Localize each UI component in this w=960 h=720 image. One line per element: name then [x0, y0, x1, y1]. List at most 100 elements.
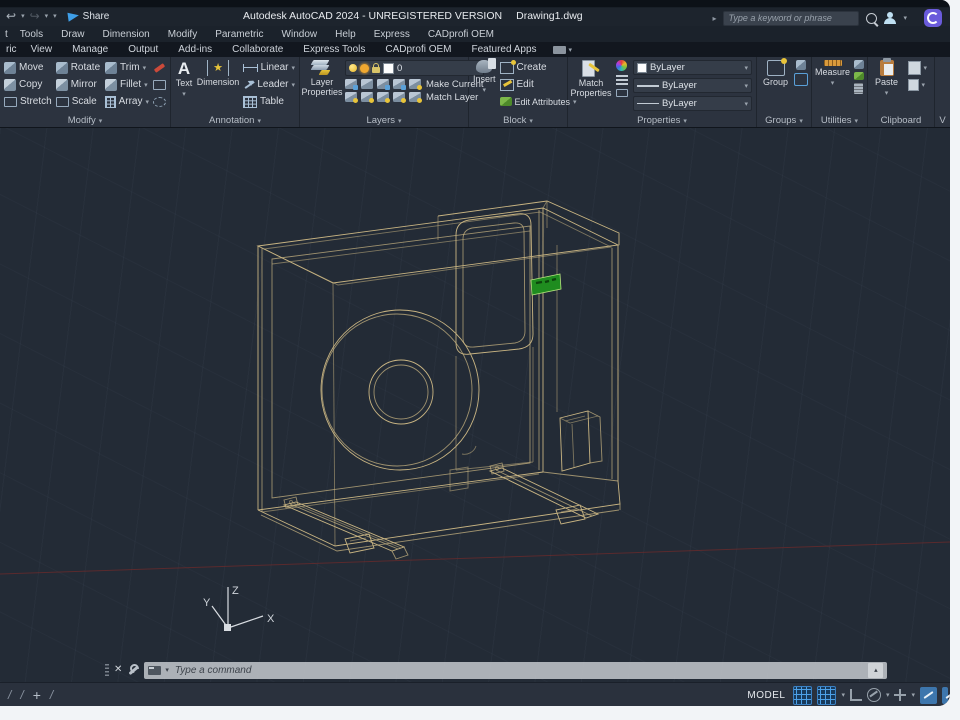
- layer-unlock-tool-icon[interactable]: [361, 92, 373, 102]
- tab-featured-apps[interactable]: Featured Apps: [462, 44, 547, 55]
- titlebar-more-icon[interactable]: ▾: [903, 14, 907, 22]
- tab-view[interactable]: View: [21, 44, 63, 55]
- isodraft-toggle-icon[interactable]: [920, 687, 937, 704]
- command-bar-close-icon[interactable]: ✕: [114, 665, 122, 675]
- redo-dropdown-icon[interactable]: ▾: [45, 12, 49, 20]
- command-history-up-icon[interactable]: ▴: [868, 663, 883, 678]
- erase-button[interactable]: [154, 60, 165, 75]
- grid-display-toggle-icon[interactable]: [793, 686, 812, 705]
- snap-mode-toggle-icon[interactable]: [817, 686, 836, 705]
- menu-item-express[interactable]: Express: [365, 29, 419, 40]
- dynamic-input-toggle-icon[interactable]: [942, 687, 948, 704]
- copy-button[interactable]: Copy: [4, 77, 52, 92]
- menu-item-dimension[interactable]: Dimension: [93, 29, 158, 40]
- layer-properties-button[interactable]: Layer Properties: [304, 60, 340, 114]
- fillet-button[interactable]: Fillet▾: [105, 77, 149, 92]
- ucs-icon[interactable]: Z Y X: [203, 585, 275, 631]
- copy-clip-button[interactable]: ▾: [908, 62, 930, 74]
- tab-addins[interactable]: Add-ins: [168, 44, 222, 55]
- ungroup-icon[interactable]: [796, 60, 806, 70]
- menu-item-window[interactable]: Window: [273, 29, 327, 40]
- array-button[interactable]: Array▾: [105, 94, 149, 109]
- model-space-label[interactable]: MODEL: [747, 690, 785, 701]
- help-search-input[interactable]: [723, 11, 859, 26]
- layer-walk-icon[interactable]: [377, 92, 389, 102]
- rotate-button[interactable]: Rotate: [56, 60, 101, 75]
- lineweight-select[interactable]: ByLayer ▾: [633, 78, 752, 93]
- search-icon[interactable]: [866, 13, 877, 24]
- insert-button[interactable]: Insert ▾: [473, 60, 496, 114]
- menu-item-draw[interactable]: Draw: [52, 29, 93, 40]
- tab-express-tools[interactable]: Express Tools: [293, 44, 375, 55]
- trim-button[interactable]: Trim▾: [105, 60, 149, 75]
- layer-prev-icon[interactable]: [409, 92, 421, 102]
- match-properties-button[interactable]: Match Properties: [572, 60, 610, 114]
- command-bar-drag-handle[interactable]: [105, 664, 109, 676]
- linetype-list-icon[interactable]: [616, 89, 628, 97]
- layer-lock-icon[interactable]: [345, 92, 357, 102]
- layers-panel-label[interactable]: Layers▾: [300, 114, 468, 127]
- drawing-canvas[interactable]: Z Y X ✕ ▾ ▴: [0, 128, 950, 682]
- layout-tab-slash2[interactable]: /: [20, 688, 23, 702]
- utilities-panel-label[interactable]: Utilities▾: [812, 114, 867, 127]
- menu-item-tools[interactable]: Tools: [11, 29, 52, 40]
- table-button[interactable]: Table: [243, 94, 295, 109]
- paste-button[interactable]: Paste ▾: [873, 60, 901, 114]
- color-select[interactable]: ByLayer ▾: [633, 60, 752, 75]
- command-bar-customize-icon[interactable]: [127, 664, 139, 676]
- layout-tab-slash3[interactable]: /: [50, 688, 53, 702]
- qat-customize-icon[interactable]: ▾: [53, 12, 57, 20]
- menu-item-partial[interactable]: t: [2, 29, 11, 40]
- tab-collaborate[interactable]: Collaborate: [222, 44, 293, 55]
- command-prompt-icon[interactable]: [148, 666, 161, 675]
- stretch-button[interactable]: Stretch: [4, 94, 52, 109]
- layer-unisolate-icon[interactable]: [361, 79, 373, 89]
- layer-off-icon[interactable]: [393, 79, 405, 89]
- search-expand-icon[interactable]: ▸: [712, 14, 716, 23]
- menu-item-modify[interactable]: Modify: [159, 29, 206, 40]
- new-layout-button[interactable]: +: [33, 687, 41, 703]
- tab-output[interactable]: Output: [118, 44, 168, 55]
- menu-item-help[interactable]: Help: [326, 29, 365, 40]
- quick-calc-icon[interactable]: [854, 83, 863, 94]
- ortho-mode-icon[interactable]: [850, 689, 862, 701]
- group-button[interactable]: Group: [761, 60, 790, 114]
- snap-settings-caret-icon[interactable]: ▾: [841, 691, 845, 699]
- properties-panel-label[interactable]: Properties▾: [568, 114, 756, 127]
- account-icon[interactable]: [884, 12, 896, 24]
- tab-parametric-partial[interactable]: ric: [2, 44, 21, 55]
- cut-clip-button[interactable]: ▾: [908, 79, 930, 91]
- polar-tracking-icon[interactable]: [867, 688, 881, 702]
- command-input[interactable]: [173, 664, 864, 677]
- annotation-panel-label[interactable]: Annotation▾: [171, 114, 299, 127]
- dimension-button[interactable]: ★ Dimension: [197, 60, 239, 114]
- mirror-button[interactable]: Mirror: [56, 77, 101, 92]
- linear-button[interactable]: Linear▾: [243, 60, 295, 75]
- undo-dropdown-icon[interactable]: ▾: [21, 12, 25, 20]
- move-button[interactable]: Move: [4, 60, 52, 75]
- edit-attributes-button[interactable]: Edit Attributes▾: [500, 94, 577, 109]
- modify-panel-label[interactable]: Modify▾: [0, 114, 170, 127]
- quick-select-icon[interactable]: [854, 60, 864, 69]
- tab-cadprofi-oem[interactable]: CADprofi OEM: [375, 44, 461, 55]
- measure-button[interactable]: Measure ▾: [816, 60, 850, 114]
- color-wheel-icon[interactable]: [616, 60, 627, 71]
- object-snap-tracking-icon[interactable]: [894, 689, 906, 701]
- layer-select[interactable]: 0 ▾: [345, 60, 484, 76]
- create-block-button[interactable]: Create: [500, 60, 577, 75]
- text-button[interactable]: A Text ▾: [175, 60, 193, 114]
- linetype-select[interactable]: ByLayer ▾: [633, 96, 752, 111]
- undo-icon[interactable]: ↩: [6, 9, 16, 23]
- redo-icon[interactable]: ↪: [30, 9, 40, 23]
- groups-panel-label[interactable]: Groups▾: [757, 114, 811, 127]
- explode-button[interactable]: [153, 77, 166, 92]
- leader-button[interactable]: Leader▾: [243, 77, 295, 92]
- app-badge-icon[interactable]: [924, 9, 942, 27]
- lineweight-list-icon[interactable]: [616, 75, 628, 85]
- menu-item-parametric[interactable]: Parametric: [206, 29, 272, 40]
- layout-tab-slash[interactable]: /: [8, 688, 11, 702]
- share-button[interactable]: Share: [68, 11, 110, 22]
- offset-button[interactable]: [153, 94, 166, 109]
- osnap-caret-icon[interactable]: ▾: [911, 691, 915, 699]
- block-panel-label[interactable]: Block▾: [469, 114, 567, 127]
